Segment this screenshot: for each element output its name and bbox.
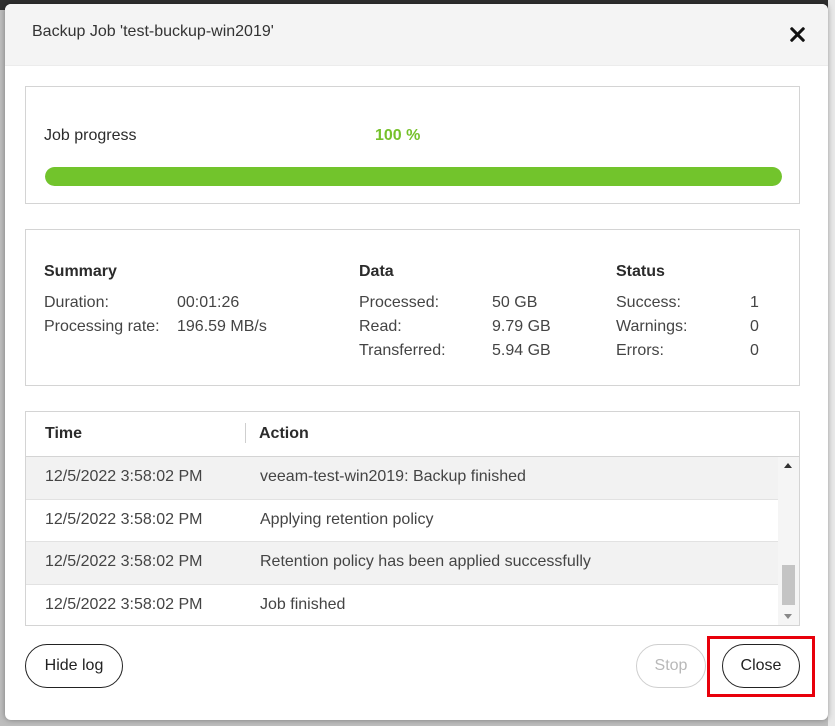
success-value: 1 [750,294,759,311]
summary-heading: Summary [44,263,117,280]
table-row[interactable]: 12/5/2022 3:58:02 PM Job finished [26,585,778,626]
transferred-label: Transferred: [359,342,446,359]
duration-label: Duration: [44,294,109,311]
dialog-header: Backup Job 'test-buckup-win2019' [5,4,828,66]
job-stats-panel: Summary Duration: 00:01:26 Processing ra… [25,229,800,386]
log-time: 12/5/2022 3:58:02 PM [45,510,203,528]
table-row[interactable]: 12/5/2022 3:58:02 PM Applying retention … [26,500,778,542]
dialog-title: Backup Job 'test-buckup-win2019' [32,23,274,40]
data-heading: Data [359,263,394,280]
scroll-down-icon[interactable] [784,614,792,619]
log-table-header: Time Action [26,412,799,457]
status-heading: Status [616,263,665,280]
job-progress-bar [45,167,782,186]
log-time: 12/5/2022 3:58:02 PM [45,553,203,570]
status-column: Status Success: 1 Warnings: 0 Errors: 0 [616,263,776,363]
stop-button[interactable]: Stop [636,644,706,688]
job-progress-fill [45,167,782,186]
log-time: 12/5/2022 3:58:02 PM [45,468,203,485]
job-progress-label: Job progress [44,127,137,144]
job-log-table: Time Action 12/5/2022 3:58:02 PM veeam-t… [25,411,800,626]
log-time: 12/5/2022 3:58:02 PM [45,595,203,613]
table-row[interactable]: 12/5/2022 3:58:02 PM veeam-test-win2019:… [26,457,778,500]
scrollbar-thumb[interactable] [782,565,795,605]
warnings-label: Warnings: [616,318,688,335]
transferred-value: 5.94 GB [492,342,551,359]
read-row: Read: 9.79 GB [359,315,579,339]
log-rows: 12/5/2022 3:58:02 PM veeam-test-win2019:… [26,457,778,626]
log-action: veeam-test-win2019: Backup finished [260,468,526,485]
errors-label: Errors: [616,342,664,359]
log-action: Applying retention policy [260,510,434,528]
transferred-row: Transferred: 5.94 GB [359,339,579,363]
processing-rate-label: Processing rate: [44,318,160,335]
summary-column: Summary Duration: 00:01:26 Processing ra… [44,263,344,339]
scroll-up-icon[interactable] [784,463,792,468]
log-action: Retention policy has been applied succes… [260,553,591,570]
data-column: Data Processed: 50 GB Read: 9.79 GB Tran… [359,263,579,363]
hide-log-button[interactable]: Hide log [25,644,123,688]
warnings-row: Warnings: 0 [616,315,776,339]
column-header-action[interactable]: Action [259,425,309,443]
duration-value: 00:01:26 [177,294,240,311]
success-row: Success: 1 [616,291,776,315]
job-progress-panel: Job progress 100 % [25,86,800,204]
log-scrollbar[interactable] [778,457,799,625]
close-icon[interactable] [784,21,812,49]
background-app-edge [828,0,835,726]
warnings-value: 0 [750,318,759,335]
errors-row: Errors: 0 [616,339,776,363]
column-resize-handle[interactable] [245,423,246,443]
log-action: Job finished [260,595,346,613]
read-value: 9.79 GB [492,318,551,335]
close-button-highlight [707,636,815,697]
processed-row: Processed: 50 GB [359,291,579,315]
processed-value: 50 GB [492,294,538,311]
processing-rate-row: Processing rate: 196.59 MB/s [44,315,344,339]
success-label: Success: [616,294,681,311]
column-header-time[interactable]: Time [45,425,82,443]
read-label: Read: [359,318,402,335]
job-progress-value: 100 % [375,127,421,144]
processing-rate-value: 196.59 MB/s [177,318,267,335]
errors-value: 0 [750,342,759,359]
table-row[interactable]: 12/5/2022 3:58:02 PM Retention policy ha… [26,542,778,585]
processed-label: Processed: [359,294,440,311]
duration-row: Duration: 00:01:26 [44,291,344,315]
